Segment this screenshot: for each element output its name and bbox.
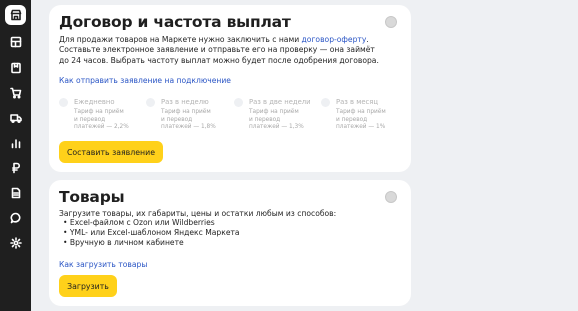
create-application-button[interactable]: Составить заявление (59, 141, 163, 163)
radio-icon (59, 98, 68, 107)
store-icon (10, 9, 21, 21)
freq-label: Ежедневно (74, 98, 115, 106)
list-item: • YML- или Excel-шаблоном Яндекс Маркета (63, 228, 240, 238)
contract-description: Для продажи товаров на Маркете нужно зак… (59, 35, 404, 66)
how-to-upload-link[interactable]: Как загрузить товары (59, 260, 147, 269)
freq-desc: Тариф на приём и перевод платежей — 2,2% (74, 109, 129, 132)
freq-desc-line: платежей — 2,2% (74, 124, 129, 131)
upload-methods-list: • Excel-файлом с Ozon или Wildberries • … (63, 218, 240, 249)
goods-title: Товары (59, 188, 125, 206)
sidebar-item-chats[interactable] (0, 205, 31, 231)
list-item: • Вручную в личном кабинете (63, 238, 184, 248)
sidebar (0, 0, 31, 311)
sidebar-item-analytics[interactable] (0, 130, 31, 156)
book-icon (10, 62, 21, 74)
contract-title: Договор и частота выплат (59, 13, 291, 31)
desc-text-1: Для продажи товаров на Маркете нужно зак… (59, 35, 302, 44)
ruble-icon (11, 162, 20, 174)
sidebar-item-settings[interactable] (0, 230, 31, 256)
offer-link[interactable]: договор-оферту (302, 35, 367, 44)
goods-status-dot (385, 191, 397, 203)
contract-status-dot (385, 16, 397, 28)
desc-text-2: Составьте электронное заявление и отправ… (59, 45, 375, 55)
sidebar-item-store[interactable] (0, 2, 31, 28)
sidebar-item-logistics[interactable] (0, 105, 31, 131)
contract-card: Договор и частота выплат Для продажи тов… (49, 5, 411, 172)
dashboard-icon (10, 36, 21, 48)
freq-desc: Тариф на приём и перевод платежей — 1,3% (249, 109, 304, 132)
sidebar-item-documents[interactable] (0, 180, 31, 206)
list-item: • Excel-файлом с Ozon или Wildberries (63, 218, 215, 227)
desc-text-1-end: . (366, 35, 369, 44)
freq-desc: Тариф на приём и перевод платежей — 1,8% (161, 109, 216, 132)
sidebar-item-dashboard[interactable] (0, 29, 31, 55)
how-to-apply-link[interactable]: Как отправить заявление на подключение (59, 76, 231, 85)
radio-icon (234, 98, 243, 107)
freq-desc: Тариф на приём и перевод платежей — 1% (336, 109, 386, 132)
freq-desc-line: платежей — 1,8% (161, 124, 216, 131)
freq-label: Раз в две недели (249, 98, 311, 106)
settings-icon (9, 237, 22, 249)
freq-label: Раз в месяц (336, 98, 378, 106)
upload-button[interactable]: Загрузить (59, 275, 117, 297)
radio-icon (146, 98, 155, 107)
desc-text-3: до 24 часов. Выбрать частоту выплат можн… (59, 55, 379, 65)
truck-icon (9, 114, 22, 124)
sidebar-item-finance[interactable] (0, 155, 31, 181)
freq-desc-line: Тариф на приём (336, 109, 386, 115)
chart-icon (11, 139, 20, 149)
freq-desc-line: Тариф на приём (161, 109, 211, 115)
radio-icon (321, 98, 330, 107)
freq-desc-line: платежей — 1,3% (249, 124, 304, 131)
freq-desc-line: Тариф на приём (249, 109, 299, 115)
cart-icon (9, 87, 21, 99)
goods-card: Товары Загрузите товары, их габариты, це… (49, 180, 411, 306)
freq-desc-line: Тариф на приём (74, 109, 124, 115)
freq-desc-line: платежей — 1% (336, 124, 386, 131)
sidebar-item-orders[interactable] (0, 80, 31, 106)
sidebar-item-catalog[interactable] (0, 55, 31, 81)
document-icon (11, 187, 20, 199)
freq-label: Раз в неделю (161, 98, 209, 106)
chat-icon (10, 212, 20, 224)
